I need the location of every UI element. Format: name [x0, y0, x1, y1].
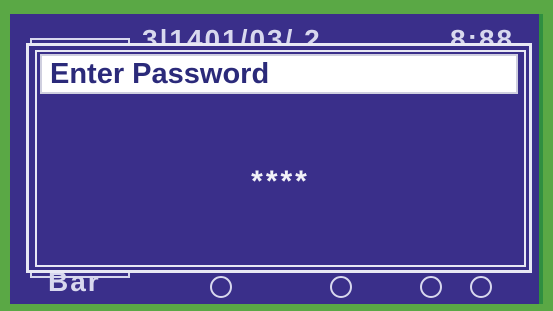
- status-circle-icon: [210, 276, 232, 298]
- dialog-inner-frame: Enter Password ****: [35, 50, 526, 267]
- device-bezel: 3|1401/03/ 2 8:88 Bar Enter Password ***…: [0, 0, 553, 311]
- dialog-title-bar: Enter Password: [40, 54, 518, 94]
- password-field[interactable]: ****: [37, 165, 524, 199]
- status-circle-icon: [330, 276, 352, 298]
- password-dialog: Enter Password ****: [26, 43, 532, 273]
- dialog-title: Enter Password: [50, 58, 270, 90]
- status-circle-icon: [420, 276, 442, 298]
- status-circle-icon: [470, 276, 492, 298]
